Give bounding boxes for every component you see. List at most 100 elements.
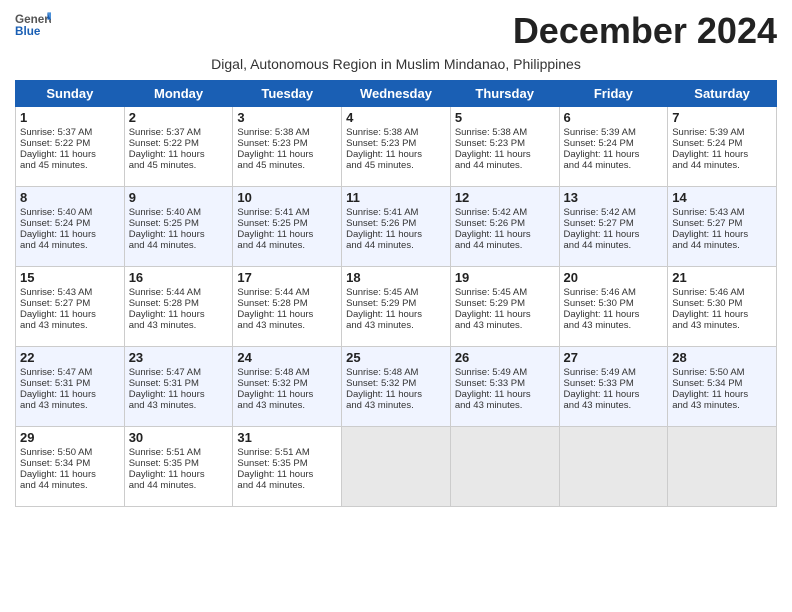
cell-text: Sunrise: 5:41 AM	[237, 207, 337, 218]
cell-text: Daylight: 11 hours	[346, 229, 446, 240]
calendar-cell: 31Sunrise: 5:51 AMSunset: 5:35 PMDayligh…	[233, 427, 342, 507]
cell-text: Daylight: 11 hours	[346, 149, 446, 160]
calendar-cell: 24Sunrise: 5:48 AMSunset: 5:32 PMDayligh…	[233, 347, 342, 427]
cell-text: Daylight: 11 hours	[455, 389, 555, 400]
cell-text: Sunset: 5:27 PM	[564, 218, 664, 229]
cell-text: Sunrise: 5:48 AM	[346, 367, 446, 378]
calendar-cell: 12 Sunrise: 5:42 AMSunset: 5:26 PMDayligh…	[450, 187, 559, 267]
cell-text: Sunrise: 5:50 AM	[20, 447, 120, 458]
cell-text: and 44 minutes.	[346, 240, 446, 251]
day-number: 24	[237, 350, 337, 365]
calendar-cell: 28Sunrise: 5:50 AMSunset: 5:34 PMDayligh…	[668, 347, 777, 427]
cell-text: and 44 minutes.	[20, 240, 120, 251]
cell-text: Sunset: 5:23 PM	[346, 138, 446, 149]
cell-text: Daylight: 11 hours	[20, 389, 120, 400]
cell-text: Sunrise: 5:38 AM	[346, 127, 446, 138]
cell-text: and 43 minutes.	[237, 320, 337, 331]
cell-text: Sunset: 5:27 PM	[672, 218, 772, 229]
calendar-cell: 23Sunrise: 5:47 AMSunset: 5:31 PMDayligh…	[124, 347, 233, 427]
calendar-cell: 27Sunrise: 5:49 AMSunset: 5:33 PMDayligh…	[559, 347, 668, 427]
cell-text: and 44 minutes.	[129, 240, 229, 251]
calendar-cell: 29Sunrise: 5:50 AMSunset: 5:34 PMDayligh…	[16, 427, 125, 507]
calendar-cell: 8Sunrise: 5:40 AMSunset: 5:24 PMDaylight…	[16, 187, 125, 267]
cell-text: Sunset: 5:29 PM	[346, 298, 446, 309]
cell-text: Daylight: 11 hours	[20, 229, 120, 240]
cell-text: Sunset: 5:30 PM	[672, 298, 772, 309]
cell-text: Sunrise: 5:49 AM	[564, 367, 664, 378]
cell-text: Sunset: 5:31 PM	[129, 378, 229, 389]
day-number: 14	[672, 190, 772, 205]
svg-text:Blue: Blue	[15, 25, 41, 38]
day-header-sunday: Sunday	[16, 81, 125, 107]
day-number: 23	[129, 350, 229, 365]
cell-text: Sunrise: 5:46 AM	[672, 287, 772, 298]
cell-text: Daylight: 11 hours	[237, 229, 337, 240]
day-header-tuesday: Tuesday	[233, 81, 342, 107]
cell-text: Daylight: 11 hours	[564, 389, 664, 400]
cell-text: Sunrise: 5:46 AM	[564, 287, 664, 298]
cell-text: Sunset: 5:23 PM	[237, 138, 337, 149]
calendar-cell: 14Sunrise: 5:43 AMSunset: 5:27 PMDayligh…	[668, 187, 777, 267]
cell-text: and 44 minutes.	[129, 480, 229, 491]
cell-text: Daylight: 11 hours	[129, 229, 229, 240]
cell-text: Daylight: 11 hours	[20, 309, 120, 320]
day-header-thursday: Thursday	[450, 81, 559, 107]
cell-text: Sunrise: 5:40 AM	[129, 207, 229, 218]
cell-text: Sunset: 5:33 PM	[564, 378, 664, 389]
day-number: 19	[455, 270, 555, 285]
cell-text: Sunrise: 5:44 AM	[237, 287, 337, 298]
calendar-cell: 10Sunrise: 5:41 AMSunset: 5:25 PMDayligh…	[233, 187, 342, 267]
day-number: 6	[564, 110, 664, 125]
cell-text: Daylight: 11 hours	[455, 229, 555, 240]
calendar-cell: 3Sunrise: 5:38 AMSunset: 5:23 PMDaylight…	[233, 107, 342, 187]
calendar-cell: 26Sunrise: 5:49 AMSunset: 5:33 PMDayligh…	[450, 347, 559, 427]
cell-text: Sunset: 5:32 PM	[237, 378, 337, 389]
cell-text: Sunset: 5:23 PM	[455, 138, 555, 149]
cell-text: Daylight: 11 hours	[564, 149, 664, 160]
cell-text: Sunset: 5:35 PM	[129, 458, 229, 469]
cell-text: Daylight: 11 hours	[346, 309, 446, 320]
cell-text: Sunset: 5:32 PM	[346, 378, 446, 389]
cell-text: Sunrise: 5:47 AM	[129, 367, 229, 378]
cell-text: Sunset: 5:26 PM	[455, 218, 555, 229]
calendar-cell: 9Sunrise: 5:40 AMSunset: 5:25 PMDaylight…	[124, 187, 233, 267]
calendar-cell: 25 Sunrise: 5:48 AMSunset: 5:32 PMDayligh…	[342, 347, 451, 427]
cell-text: and 43 minutes.	[455, 400, 555, 411]
day-number: 16	[129, 270, 229, 285]
calendar-week-row: 1Sunrise: 5:37 AMSunset: 5:22 PMDaylight…	[16, 107, 777, 187]
cell-text: and 44 minutes.	[237, 240, 337, 251]
cell-text: Sunrise: 5:51 AM	[237, 447, 337, 458]
cell-text: Sunset: 5:22 PM	[20, 138, 120, 149]
cell-text: and 43 minutes.	[672, 320, 772, 331]
day-number: 22	[20, 350, 120, 365]
calendar-week-row: 22Sunrise: 5:47 AMSunset: 5:31 PMDayligh…	[16, 347, 777, 427]
day-number: 25	[346, 350, 446, 365]
cell-text: Sunrise: 5:48 AM	[237, 367, 337, 378]
cell-text: and 43 minutes.	[455, 320, 555, 331]
cell-text: Daylight: 11 hours	[455, 309, 555, 320]
calendar-cell: 17Sunrise: 5:44 AMSunset: 5:28 PMDayligh…	[233, 267, 342, 347]
calendar-cell: 20Sunrise: 5:46 AMSunset: 5:30 PMDayligh…	[559, 267, 668, 347]
cell-text: and 44 minutes.	[20, 480, 120, 491]
month-title: December 2024	[513, 10, 777, 52]
day-header-saturday: Saturday	[668, 81, 777, 107]
cell-text: and 45 minutes.	[346, 160, 446, 171]
day-number: 4	[346, 110, 446, 125]
cell-text: and 44 minutes.	[672, 160, 772, 171]
cell-text: Daylight: 11 hours	[346, 389, 446, 400]
calendar-cell: 2Sunrise: 5:37 AMSunset: 5:22 PMDaylight…	[124, 107, 233, 187]
calendar-cell	[342, 427, 451, 507]
cell-text: and 43 minutes.	[129, 320, 229, 331]
cell-text: Daylight: 11 hours	[672, 389, 772, 400]
day-number: 30	[129, 430, 229, 445]
cell-text: Sunrise: 5:47 AM	[20, 367, 120, 378]
calendar-week-row: 15Sunrise: 5:43 AMSunset: 5:27 PMDayligh…	[16, 267, 777, 347]
cell-text: Daylight: 11 hours	[672, 149, 772, 160]
cell-text: Daylight: 11 hours	[129, 309, 229, 320]
cell-text: Sunrise: 5:42 AM	[455, 207, 555, 218]
cell-text: and 43 minutes.	[346, 400, 446, 411]
day-number: 12	[455, 190, 555, 205]
cell-text: Sunset: 5:26 PM	[346, 218, 446, 229]
logo-icon: General Blue	[15, 10, 51, 40]
cell-text: Sunset: 5:25 PM	[237, 218, 337, 229]
